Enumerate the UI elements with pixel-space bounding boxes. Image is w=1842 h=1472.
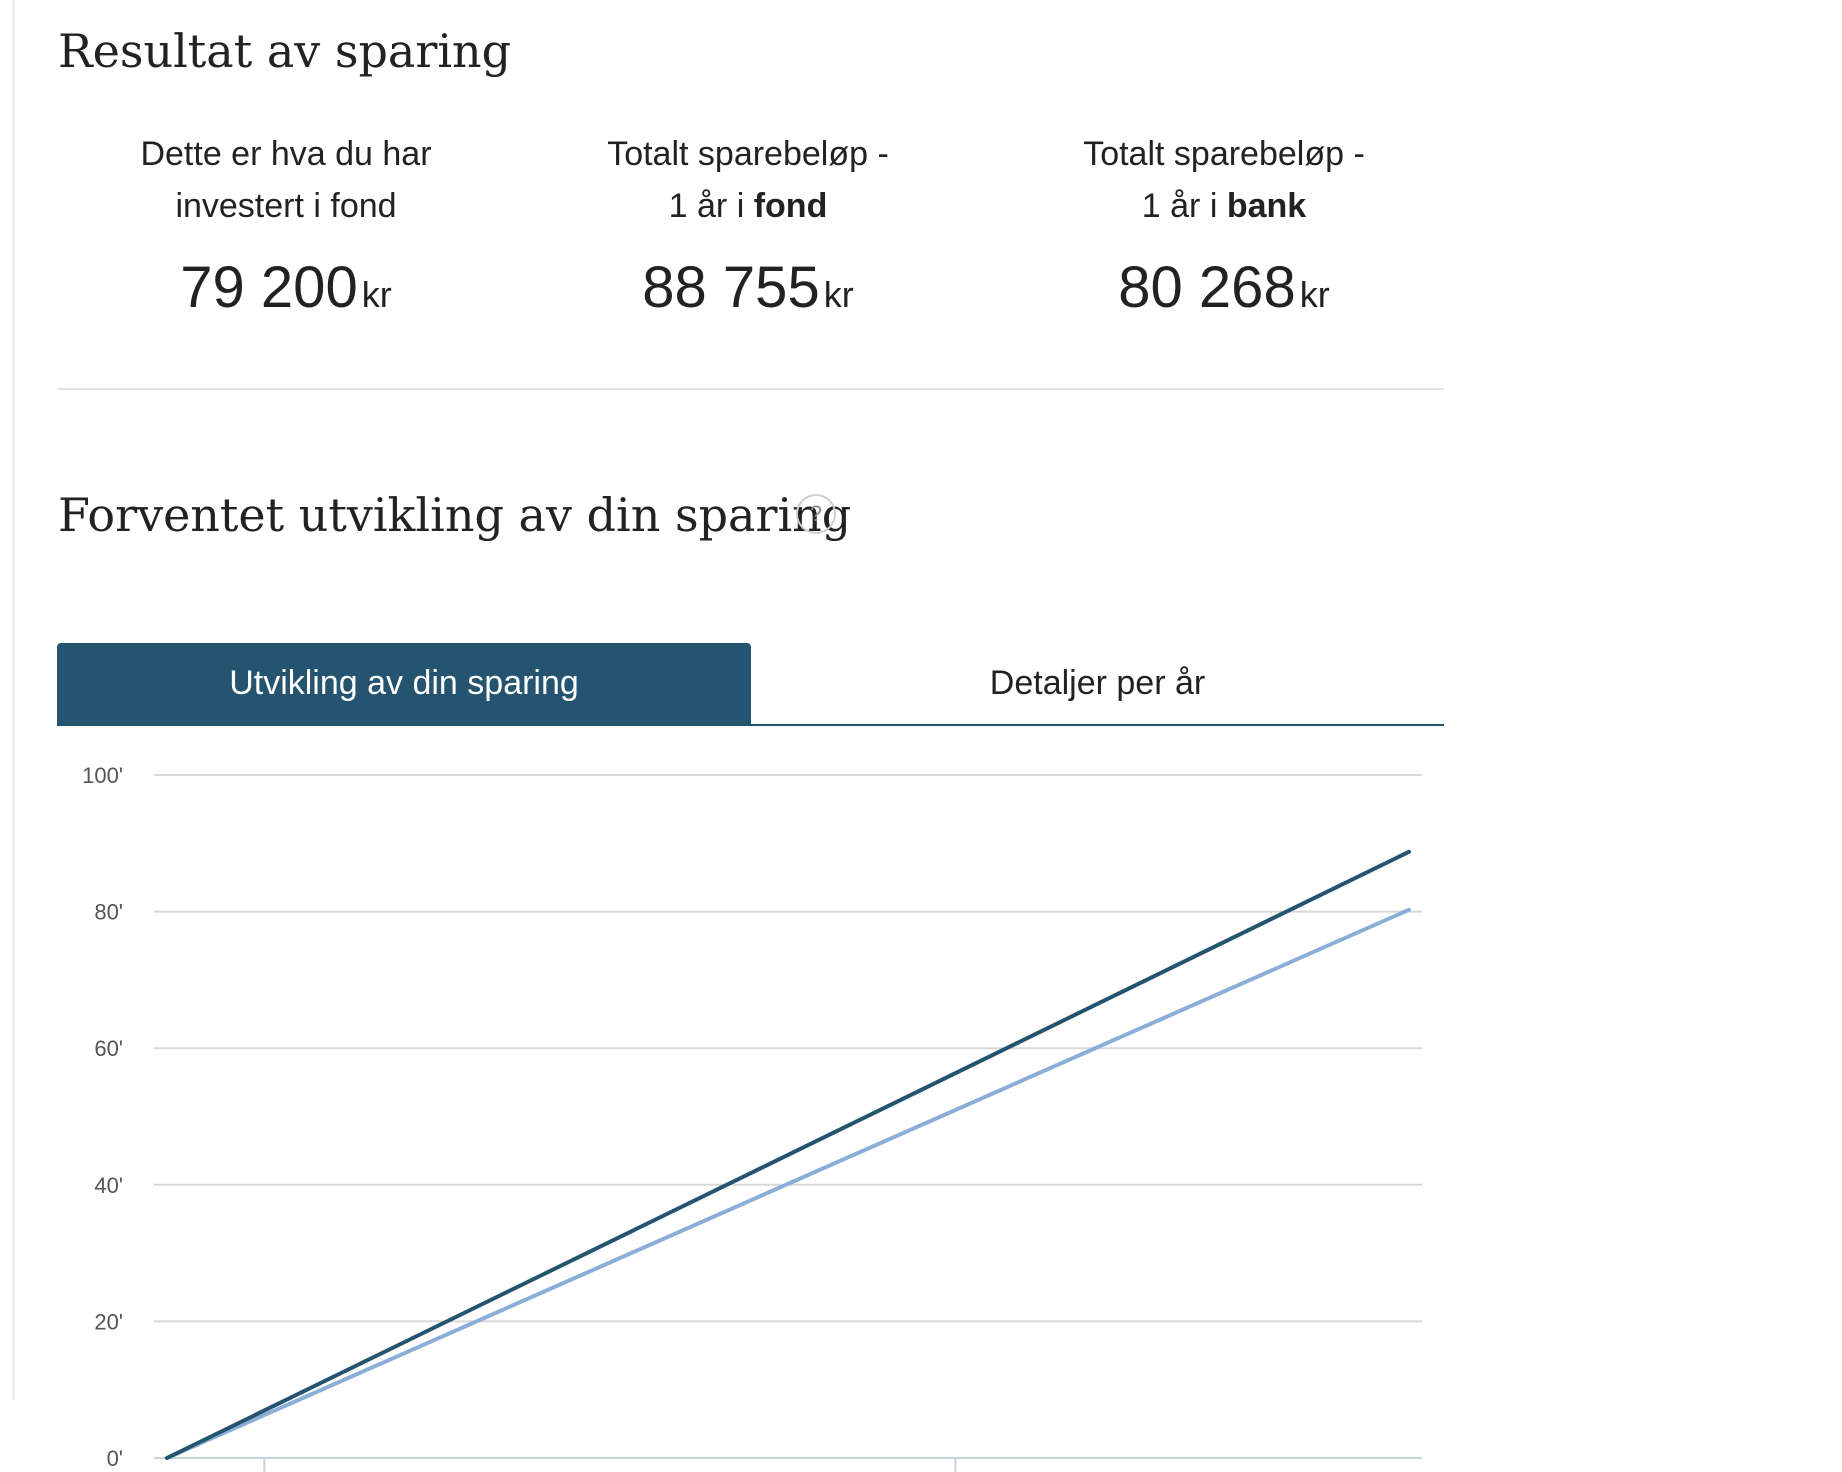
- development-title: Forventet utvikling av din sparing: [58, 488, 852, 542]
- stat-label: Totalt sparebeløp - 1 år i fond: [528, 128, 968, 232]
- y-tick-label: 40': [94, 1173, 123, 1198]
- series-line-fund: [165, 849, 1411, 1460]
- section-divider: [57, 388, 1444, 390]
- stat-label: Dette er hva du har investert i fond: [66, 128, 506, 232]
- stat-label: Totalt sparebeløp - 1 år i bank: [1004, 128, 1444, 232]
- y-tick-label: 0': [107, 1446, 123, 1471]
- stat-value: 79 200 kr: [180, 255, 392, 320]
- stat-bank-total: Totalt sparebeløp - 1 år i bank 80 268 kr: [1004, 128, 1444, 321]
- tab-development[interactable]: Utvikling av din sparing: [57, 643, 751, 724]
- y-tick-label: 100': [82, 763, 123, 788]
- stat-label-line2: 1 år i bank: [1141, 187, 1307, 225]
- stat-value: 88 755 kr: [642, 255, 854, 320]
- savings-line-chart: 100' 80' 60' 40' 20' 0': [82, 763, 1422, 1472]
- results-title: Resultat av sparing: [58, 24, 512, 78]
- y-tick-label: 20': [94, 1309, 123, 1334]
- stat-invested: Dette er hva du har investert i fond 79 …: [66, 128, 506, 321]
- stat-label-line1: Dette er hva du har: [140, 135, 432, 173]
- stat-value: 80 268 kr: [1118, 255, 1330, 320]
- y-tick-label: 80': [94, 900, 123, 925]
- tab-details-per-year[interactable]: Detaljer per år: [751, 643, 1444, 724]
- stat-label-line1: Totalt sparebeløp -: [1083, 135, 1365, 173]
- left-border: [12, 0, 15, 1400]
- chart-tabs: Utvikling av din sparing Detaljer per år: [57, 643, 1444, 726]
- stat-label-line1: Totalt sparebeløp -: [607, 135, 889, 173]
- stat-label-line2: investert i fond: [175, 187, 397, 225]
- y-tick-label: 60': [94, 1036, 123, 1061]
- stat-fund-total: Totalt sparebeløp - 1 år i fond 88 755 kr: [528, 128, 968, 321]
- stat-label-line2: 1 år i fond: [668, 187, 828, 225]
- help-icon[interactable]: ?: [796, 494, 836, 534]
